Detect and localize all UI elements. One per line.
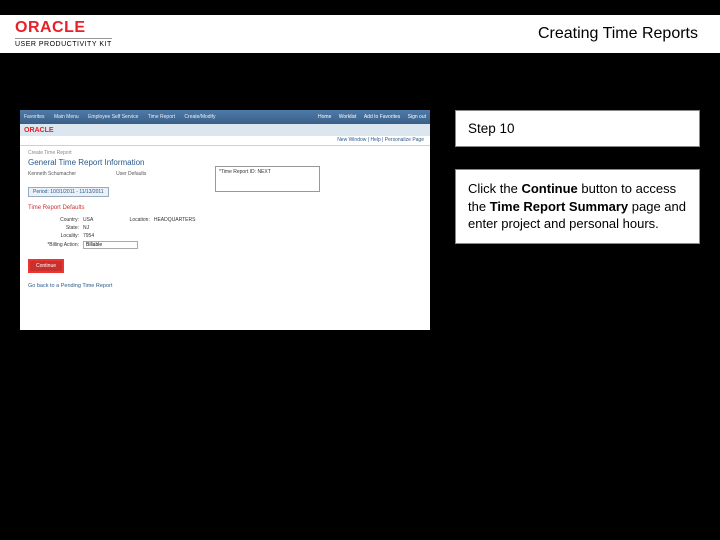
billing-input[interactable] [83,241,138,249]
app-subbar: ORACLE [20,124,430,136]
desc-bold-summary: Time Report Summary [490,199,628,214]
defaults-form: Country:USA Location:HEADQUARTERS State:… [28,217,422,249]
time-report-id-box: *Time Report ID: NEXT [215,166,320,192]
value-location: HEADQUARTERS [154,217,196,223]
tab-item[interactable]: Main Menu [54,114,79,120]
tab-item[interactable]: Time Report [148,114,175,120]
favorites-link[interactable]: Add to Favorites [364,114,400,120]
worklist-link[interactable]: Worklist [339,114,357,120]
label-state: State: [28,225,83,231]
tab-item[interactable]: Create/Modify [184,114,215,120]
desc-text: Click the [468,181,521,196]
label-country: Country: [28,217,83,223]
pending-report-link[interactable]: Go back to a Pending Time Report [28,283,422,289]
period-pill: Period: 10/31/2011 - 11/13/2011 [28,187,109,197]
value-state: NJ [83,225,89,231]
user-defaults-link[interactable]: User Defaults [116,171,146,177]
label-billing: *Billing Action: [28,242,83,248]
desc-bold-continue: Continue [521,181,577,196]
employee-name: Kenneth Schumacher [28,171,76,177]
value-locality: 7954 [83,233,94,239]
instruction-panel: Step 10 Click the Continue button to acc… [455,110,700,244]
logo-sub: USER PRODUCTIVITY KIT [15,38,112,48]
value-country: USA [83,217,93,223]
field-value: NEXT [257,169,270,175]
logo-main: ORACLE [15,20,112,36]
tab-item[interactable]: Favorites [24,114,45,120]
tab-item[interactable]: Employee Self Service [88,114,138,120]
breadcrumb-tabs: Favorites Main Menu Employee Self Servic… [24,114,224,120]
app-screenshot: Favorites Main Menu Employee Self Servic… [20,110,430,330]
doc-header: ORACLE USER PRODUCTIVITY KIT Creating Ti… [0,15,720,53]
field-label: *Time Report ID: [219,169,256,175]
step-description: Click the Continue button to access the … [455,169,700,244]
form-body: Create Time Report General Time Report I… [20,146,430,293]
search-area[interactable] [425,127,426,133]
breadcrumb: Create Time Report [28,150,422,156]
page-tools: New Window | Help | Personalize Page [20,136,430,146]
app-topbar: Favorites Main Menu Employee Self Servic… [20,110,430,124]
continue-button[interactable]: Continue [28,259,64,273]
label-location: Location: [99,217,154,223]
oracle-logo: ORACLE USER PRODUCTIVITY KIT [15,20,112,48]
section-heading: Time Report Defaults [28,205,422,211]
step-label: Step 10 [455,110,700,147]
label-locality: Locality: [28,233,83,239]
page-title: Creating Time Reports [538,25,698,43]
top-links: Home Worklist Add to Favorites Sign out [312,114,426,120]
home-link[interactable]: Home [318,114,331,120]
signout-link[interactable]: Sign out [408,114,426,120]
app-brand: ORACLE [24,127,54,134]
